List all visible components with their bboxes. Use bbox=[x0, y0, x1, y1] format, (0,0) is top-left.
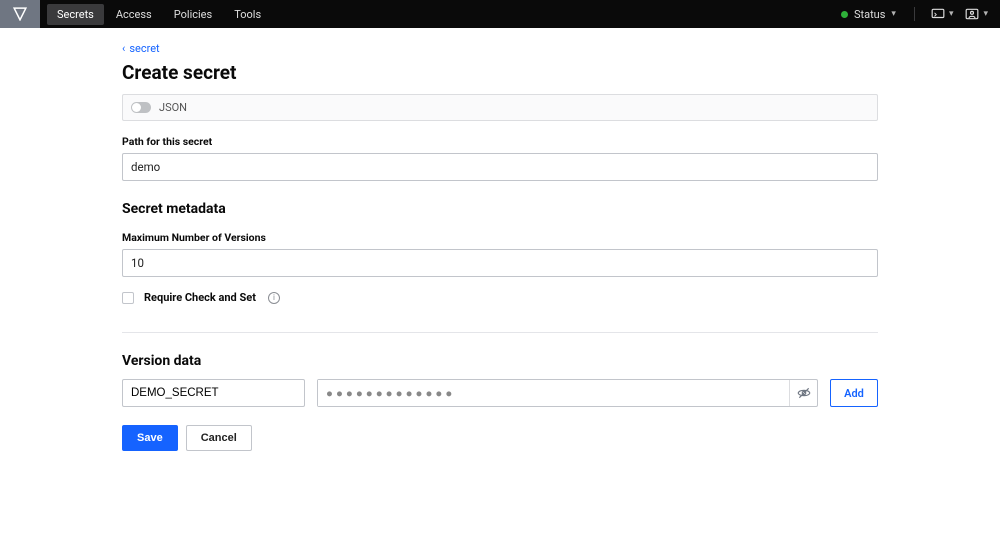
app-logo[interactable] bbox=[0, 0, 40, 28]
require-cas-label: Require Check and Set bbox=[144, 291, 256, 304]
nav-secrets[interactable]: Secrets bbox=[47, 4, 104, 25]
chevron-left-icon: ‹ bbox=[122, 42, 125, 55]
chevron-down-icon: ▾ bbox=[983, 9, 988, 19]
path-input[interactable] bbox=[122, 153, 878, 181]
breadcrumb-back[interactable]: ‹ secret bbox=[122, 42, 878, 55]
json-toggle[interactable] bbox=[131, 102, 151, 113]
top-bar-divider bbox=[914, 7, 915, 21]
breadcrumb-label: secret bbox=[129, 42, 159, 55]
form-actions: Save Cancel bbox=[122, 425, 878, 451]
info-icon[interactable]: i bbox=[268, 292, 280, 304]
json-toggle-label: JSON bbox=[159, 101, 187, 114]
chevron-down-icon: ▾ bbox=[891, 9, 896, 19]
require-cas-checkbox[interactable] bbox=[122, 292, 134, 304]
cancel-button[interactable]: Cancel bbox=[186, 425, 252, 451]
version-data-title: Version data bbox=[122, 353, 878, 369]
kv-row: Add bbox=[122, 379, 878, 407]
max-versions-input[interactable] bbox=[122, 249, 878, 277]
save-button[interactable]: Save bbox=[122, 425, 178, 451]
status-label: Status bbox=[854, 8, 885, 21]
console-menu[interactable]: ▾ bbox=[927, 6, 958, 22]
require-cas-row: Require Check and Set i bbox=[122, 291, 878, 304]
chevron-down-icon: ▾ bbox=[949, 9, 954, 19]
kv-value-input[interactable] bbox=[318, 380, 789, 406]
user-menu[interactable]: ▾ bbox=[961, 6, 992, 22]
status-menu[interactable]: Status ▾ bbox=[835, 4, 902, 25]
main-content: ‹ secret Create secret JSON Path for thi… bbox=[122, 28, 878, 451]
status-dot-icon bbox=[841, 11, 848, 18]
toggle-visibility-button[interactable] bbox=[789, 380, 817, 406]
path-label: Path for this secret bbox=[122, 135, 878, 148]
top-bar-right: Status ▾ ▾ ▾ bbox=[835, 0, 1000, 28]
top-nav-bar: Secrets Access Policies Tools Status ▾ ▾… bbox=[0, 0, 1000, 28]
add-kv-button[interactable]: Add bbox=[830, 379, 878, 407]
nav-tools[interactable]: Tools bbox=[224, 4, 271, 25]
kv-key-input[interactable] bbox=[122, 379, 305, 407]
nav-access[interactable]: Access bbox=[106, 4, 162, 25]
nav-policies[interactable]: Policies bbox=[164, 4, 222, 25]
json-toggle-row: JSON bbox=[122, 94, 878, 121]
page-title: Create secret bbox=[122, 61, 878, 84]
kv-value-wrap bbox=[317, 379, 818, 407]
section-divider bbox=[122, 332, 878, 333]
primary-nav: Secrets Access Policies Tools bbox=[40, 0, 272, 28]
max-versions-label: Maximum Number of Versions bbox=[122, 231, 878, 244]
metadata-title: Secret metadata bbox=[122, 201, 878, 217]
